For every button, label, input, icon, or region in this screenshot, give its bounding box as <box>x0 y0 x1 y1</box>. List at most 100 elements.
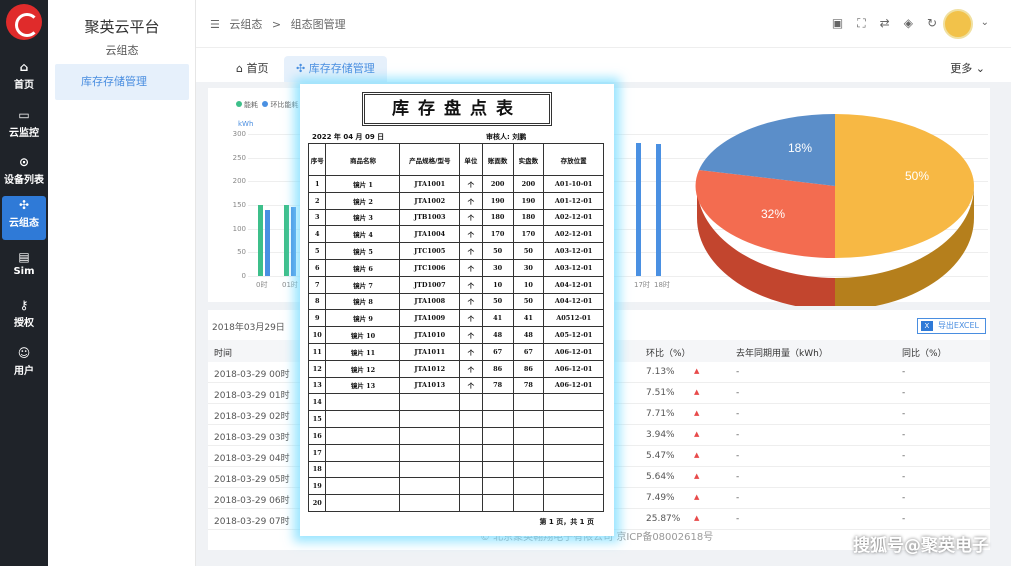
nav-item-label: 云监控 <box>9 128 39 139</box>
table-cell-yoy: - <box>902 409 906 419</box>
inventory-cell: 13 <box>307 376 327 395</box>
nav-item-label: 用户 <box>14 366 34 377</box>
inventory-cell: JTA1012 <box>399 359 461 378</box>
inventory-cell: 50 <box>512 292 545 311</box>
translate-icon[interactable]: ⇄ <box>880 16 904 30</box>
bar-energy-mom[interactable] <box>656 144 661 276</box>
menu-toggle-icon[interactable]: ☰ <box>210 18 220 31</box>
breadcrumb: ☰ 云组态 > 组态图管理 <box>210 16 352 32</box>
table-cell-time: 2018-03-29 00时 <box>214 370 290 380</box>
inventory-cell: 180 <box>481 208 514 227</box>
export-excel-button[interactable]: X 导出EXCEL <box>916 318 986 334</box>
trend-up-icon: ▲ <box>694 430 700 438</box>
legend-label[interactable]: 环比能耗 <box>270 101 298 109</box>
inventory-cell: A02-12-01 <box>543 225 604 244</box>
nav-item-devices[interactable]: ⊙ 设备列表 <box>0 153 48 197</box>
inventory-cell <box>543 494 604 512</box>
inventory-cell <box>399 426 461 445</box>
inventory-cell: 67 <box>512 342 545 361</box>
nav-item-home[interactable]: ⌂ 首页 <box>0 58 48 102</box>
inventory-cell: 14 <box>307 393 327 412</box>
x-tick-label: 01时 <box>282 281 298 289</box>
bar-energy[interactable] <box>284 205 289 276</box>
inventory-cell: 2 <box>307 191 327 210</box>
table-cell-time: 2018-03-29 03时 <box>214 433 290 443</box>
inventory-cell <box>543 410 604 428</box>
nav-item-config[interactable]: ✣ 云组态 <box>2 196 46 240</box>
x-tick-label: 18时 <box>654 281 670 289</box>
nav-item-auth[interactable]: ⚷ 授权 <box>0 296 48 340</box>
inventory-cell: 个 <box>459 342 483 361</box>
inventory-cell: 个 <box>459 225 483 244</box>
bar-energy-mom[interactable] <box>636 143 641 276</box>
inventory-cell <box>543 443 604 462</box>
monitor-icon[interactable]: ▣ <box>832 16 857 30</box>
avatar[interactable] <box>943 9 973 39</box>
table-cell-time: 2018-03-29 05时 <box>214 475 290 485</box>
key-icon: ⚷ <box>19 298 29 312</box>
trend-up-icon: ▲ <box>694 493 700 501</box>
inventory-cell: 个 <box>459 258 483 277</box>
chart-legend: 能耗 环比能耗 <box>236 100 298 110</box>
more-menu[interactable]: 更多 ⌄ <box>950 60 985 76</box>
bar-energy-mom[interactable] <box>291 207 296 276</box>
inventory-row: 7 镜片 7 JTD1007 个 10 10 A04-12-01 <box>307 275 604 294</box>
inventory-cell: 10 <box>481 275 514 294</box>
toolbar-icons: ▣⛶⇄◈↻ <box>832 16 951 31</box>
inventory-cell: 个 <box>459 359 483 378</box>
left-nav: ⌂ 首页 ▭ 云监控 ⊙ 设备列表 ✣ 云组态 ▤ Sim ⚷ 授权 ☺ 用户 <box>0 0 48 566</box>
inventory-cell: 个 <box>459 326 483 344</box>
inventory-cell: 50 <box>481 292 514 311</box>
legend-label[interactable]: 能耗 <box>244 101 258 109</box>
date-label: 2018年03月29日 <box>212 323 285 333</box>
inventory-cell: JTA1013 <box>399 376 461 395</box>
brand-logo[interactable] <box>6 4 42 40</box>
pie-label-32: 32% <box>761 207 785 221</box>
inventory-cell: JTB1003 <box>399 208 461 227</box>
inventory-cell <box>325 410 401 428</box>
table-cell-yoy: - <box>902 430 906 440</box>
inventory-cell <box>399 410 461 428</box>
table-cell-last-year: - <box>736 367 740 377</box>
tab-home[interactable]: ⌂ 首页 <box>224 56 280 82</box>
inventory-cell: 个 <box>459 292 483 311</box>
inventory-cell: 11 <box>307 342 327 361</box>
chevron-down-icon[interactable]: ⌄ <box>981 17 989 28</box>
y-tick-label: 250 <box>232 153 246 162</box>
bar-energy[interactable] <box>258 205 263 276</box>
bar-energy-mom[interactable] <box>265 209 270 276</box>
nav-item-monitor[interactable]: ▭ 云监控 <box>0 106 48 150</box>
nav-item-sim[interactable]: ▤ Sim <box>0 248 48 292</box>
inventory-cell <box>459 460 483 479</box>
sidebar-item-inventory[interactable]: 库存存储管理 <box>55 64 189 100</box>
table-cell-mom: 5.64% <box>646 472 675 482</box>
fullscreen-icon[interactable]: ⛶ <box>857 16 879 30</box>
table-cell-mom: 7.71% <box>646 409 675 419</box>
inventory-cell: JTC1005 <box>399 242 461 260</box>
inventory-cell: 镜片 12 <box>325 359 401 378</box>
theme-icon[interactable]: ◈ <box>904 16 927 30</box>
inventory-cell <box>481 460 514 479</box>
inventory-cell: JTC1006 <box>399 258 461 277</box>
inventory-row: 9 镜片 9 JTA1009 个 41 41 A0512-01 <box>307 309 604 328</box>
table-cell-last-year: - <box>736 472 740 482</box>
inventory-cell: 个 <box>459 175 483 193</box>
inventory-cell: 190 <box>481 191 514 210</box>
inventory-cell: 50 <box>481 242 514 260</box>
breadcrumb-item[interactable]: 云组态 <box>229 18 262 31</box>
inventory-cell: A01-12-01 <box>543 191 604 210</box>
inventory-cell <box>512 477 545 496</box>
export-label: 导出EXCEL <box>937 321 979 330</box>
inventory-cell <box>481 477 514 496</box>
table-cell-time: 2018-03-29 01时 <box>214 391 290 401</box>
inventory-cell: 个 <box>459 191 483 210</box>
tab-inventory[interactable]: ✣ 库存存储管理 <box>284 56 387 82</box>
inventory-cell: A04-12-01 <box>543 292 604 311</box>
nav-item-label: 首页 <box>14 80 34 91</box>
nav-item-user[interactable]: ☺ 用户 <box>0 344 48 388</box>
monitor-icon: ▭ <box>18 108 30 122</box>
inventory-cell: 8 <box>307 292 327 311</box>
inventory-cell: JTA1008 <box>399 292 461 311</box>
inventory-row: 14 <box>307 393 604 412</box>
column-header: 去年同期用量（kWh） <box>736 349 828 359</box>
